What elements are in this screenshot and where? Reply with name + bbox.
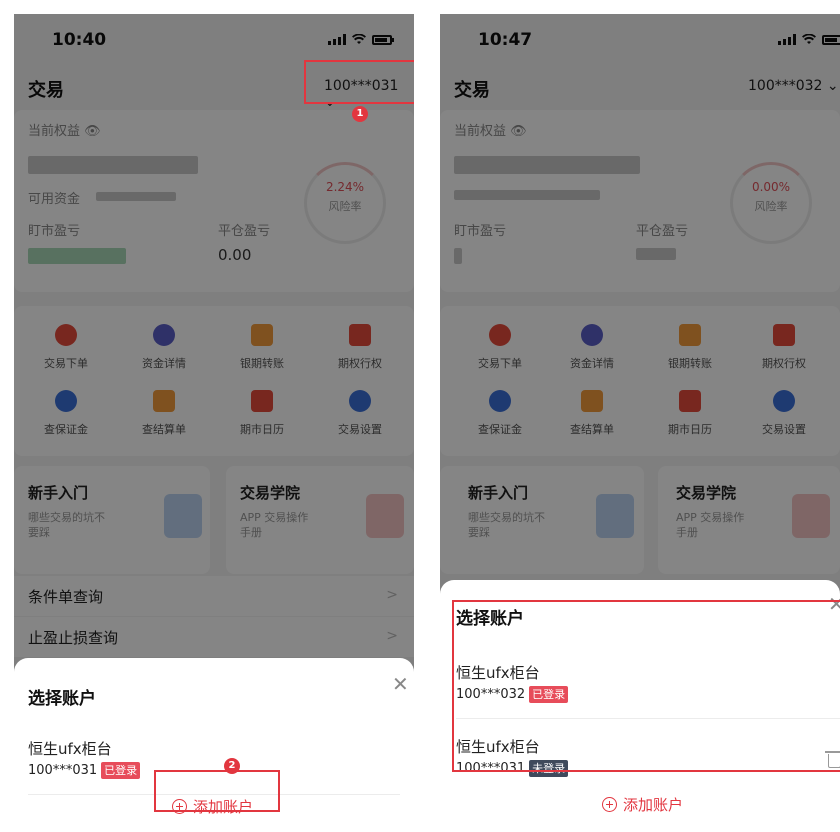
highlight-account-switcher <box>304 60 414 104</box>
account-name: 恒生ufx柜台 <box>28 740 112 758</box>
highlight-account-list <box>452 600 840 772</box>
step-marker-2: 2 <box>224 758 240 774</box>
sheet-title: 选择账户 <box>28 689 96 709</box>
status-badge: 已登录 <box>101 762 141 779</box>
phone-screen-left: 10:40 交易 100***031 ⌄ 当前权益 👁 可用资金 2.24% 风… <box>14 14 414 832</box>
plus-circle-icon <box>602 797 617 812</box>
account-number: 100***031 <box>28 763 98 778</box>
close-icon[interactable]: ✕ <box>392 674 409 694</box>
add-account-button[interactable]: 添加账户 <box>602 794 683 815</box>
account-number-row: 100***031 已登录 <box>28 762 141 779</box>
highlight-add-account <box>154 770 280 812</box>
phone-screen-right: 10:47 交易 100***032 ⌄ 当前权益 👁 0.00% 风险率 盯市… <box>440 14 840 832</box>
add-account-label: 添加账户 <box>623 796 684 814</box>
step-marker-1: 1 <box>352 106 368 122</box>
